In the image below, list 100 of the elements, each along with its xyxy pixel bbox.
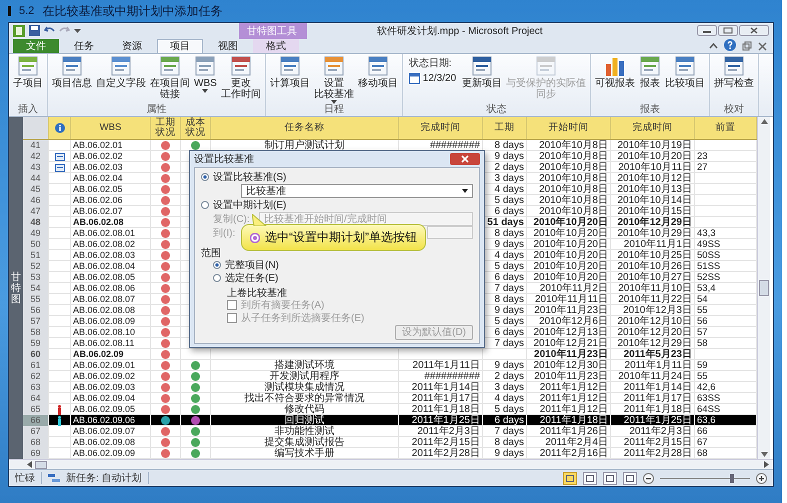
view-button[interactable] — [583, 472, 597, 484]
row-number: 48 — [23, 217, 49, 228]
ribbon-button[interactable]: 可视报表 — [593, 56, 638, 104]
column-header[interactable]: WBS — [71, 117, 151, 139]
close-icon[interactable] — [758, 42, 767, 51]
view-button[interactable] — [623, 472, 637, 484]
close-icon[interactable] — [739, 25, 769, 36]
ribbon-button[interactable]: 更新项目 — [460, 56, 504, 104]
ribbon-tab[interactable]: 项目 — [157, 39, 203, 53]
table-row[interactable]: 64 AB.06.02.09.04 找出不符合要求的异常情况 2011年1月17日 4 days 2011年1月12日 2011年1月17日 63SS — [23, 393, 757, 404]
table-cell: 2010年10月15日 — [618, 206, 692, 217]
status-date-button[interactable]: 12/3/20 — [408, 73, 456, 84]
zoom-slider-thumb[interactable] — [730, 474, 734, 482]
column-header[interactable]: 成本状况 — [181, 117, 211, 139]
radio-option[interactable]: 完整项目(N) — [213, 259, 279, 271]
scrollbar-thumb[interactable] — [35, 460, 47, 468]
document-icon — [535, 56, 558, 76]
table-cell: 2010年10月20日 — [618, 151, 692, 162]
row-number: 60 — [23, 349, 49, 360]
column-header[interactable]: 工期状况 — [151, 117, 181, 139]
table-cell: 2010年12月20日 — [618, 327, 692, 338]
table-cell: 2011年1月17日 — [624, 393, 692, 404]
column-header[interactable]: 工期 — [483, 117, 527, 139]
save-icon[interactable] — [29, 25, 40, 36]
table-row[interactable]: 63 AB.06.02.09.03 测试模块集成情况 2011年1月14日 3 days 2011年1月12日 2011年1月14日 42,6 — [23, 382, 757, 393]
zoom-out-icon[interactable] — [643, 472, 654, 484]
table-cell: 2010年11月11日 — [534, 294, 608, 305]
ribbon-tab[interactable]: 文件 — [13, 39, 59, 53]
ribbon-tab[interactable]: 资源 — [109, 39, 155, 53]
table-cell: 58 — [697, 338, 708, 349]
ribbon-button[interactable]: 移动项目 — [356, 56, 400, 104]
ribbon-button[interactable]: 设置 比较基准 — [312, 56, 356, 104]
maximize-icon[interactable] — [718, 25, 738, 36]
table-cell: 2010年10月11日 — [618, 162, 692, 173]
ribbon-button[interactable]: 报表 — [637, 56, 664, 104]
table-cell: 2010年12月3日 — [623, 305, 692, 316]
scroll-right-icon[interactable] — [764, 461, 769, 468]
table-cell: 2010年10月8日 — [539, 195, 608, 206]
scroll-up-icon[interactable] — [760, 119, 768, 124]
table-cell: AB.06.02.08.01 — [71, 228, 151, 239]
zoom-in-icon[interactable] — [756, 472, 767, 484]
table-row[interactable]: 62 AB.06.02.09.02 开发测试用程序 ########## 2 days 2010年11月23日 2010年11月24日 55 — [23, 371, 757, 382]
row-number: 44 — [23, 173, 49, 184]
table-row[interactable]: 68 AB.06.02.09.08 提交集成测试报告 2011年2月15日 8 days 2011年2月4日 2011年2月15日 67 — [23, 437, 757, 448]
table-cell: 2011年1月11日 — [624, 360, 692, 371]
scroll-left-icon[interactable] — [27, 461, 32, 468]
table-cell: AB.06.02.08.05 — [71, 272, 151, 283]
ribbon-button[interactable]: 项目信息 — [50, 56, 94, 104]
restore-icon[interactable] — [742, 41, 752, 51]
column-header[interactable]: 任务名称 — [211, 117, 399, 139]
customize-caret-icon[interactable] — [74, 27, 81, 34]
table-row[interactable]: 66 AB.06.02.09.06 回归测试 2011年1月25日 6 days 2011年1月18日 2011年1月25日 63,6 — [23, 415, 757, 426]
column-header[interactable]: 完成时间 — [611, 117, 695, 139]
ribbon-button[interactable]: 在项目间 链接 — [148, 56, 192, 104]
column-header[interactable]: 完成时间 — [399, 117, 483, 139]
ribbon-button[interactable]: 拼写检查 — [712, 56, 756, 104]
table-row[interactable]: 60 AB.06.02.09 2010年11月23日 2011年5月23日 — [23, 349, 757, 360]
close-icon[interactable] — [450, 153, 480, 165]
baseline-dropdown[interactable]: 比较基准 — [241, 184, 473, 198]
table-cell: 2011年1月18日 — [624, 404, 692, 415]
ribbon-button[interactable]: 更改 工作时间 — [218, 56, 263, 104]
table-cell: 2010年10月8日 — [539, 173, 608, 184]
column-header[interactable]: 开始时间 — [527, 117, 611, 139]
table-cell: 42,6 — [697, 382, 716, 393]
table-cell: 9 days — [494, 360, 524, 371]
ribbon-button[interactable]: 自定义字段 — [94, 56, 148, 104]
row-number: 43 — [23, 162, 49, 173]
table-row[interactable]: 61 AB.06.02.09.01 搭建测试环境 2011年1月11日 9 days 2010年12月30日 2011年1月11日 59 — [23, 360, 757, 371]
table-cell: 2011年1月11日 — [412, 360, 480, 371]
bar-chart-icon — [604, 56, 626, 76]
table-row[interactable]: 67 AB.06.02.09.07 非功能性测试 2011年2月3日 7 days 2011年1月26日 2011年2月3日 66 — [23, 426, 757, 437]
table-cell: 6 days — [494, 272, 524, 283]
collapse-ribbon-icon[interactable] — [709, 42, 718, 51]
ribbon-tab[interactable]: 任务 — [61, 39, 107, 53]
new-task-mode[interactable]: 新任务: 自动计划 — [66, 471, 142, 485]
help-icon[interactable] — [724, 39, 736, 51]
view-button[interactable] — [603, 472, 617, 484]
view-button[interactable] — [563, 472, 577, 484]
row-number: 49 — [23, 228, 49, 239]
table-cell: AB.06.02.02 — [71, 151, 151, 162]
ribbon-button[interactable]: WBS — [192, 56, 219, 104]
table-cell: AB.06.02.07 — [71, 206, 151, 217]
radio-option[interactable]: 选定任务(E) — [213, 272, 278, 284]
scroll-down-icon[interactable] — [760, 452, 768, 457]
table-cell: 测试模块集成情况 — [264, 382, 344, 393]
ribbon-button[interactable]: 计算项目 — [268, 56, 312, 104]
table-cell: AB.06.02.08.09 — [71, 316, 151, 327]
ribbon-button[interactable]: 比较项目 — [663, 56, 708, 104]
ribbon-tab[interactable]: 视图 — [205, 39, 251, 53]
radio-option[interactable]: 设置比较基准(S) — [201, 171, 286, 183]
ribbon-tab[interactable]: 格式 — [253, 39, 299, 53]
table-cell: 59 — [697, 360, 708, 371]
table-cell: 9 days — [494, 151, 524, 162]
row-number: 52 — [23, 261, 49, 272]
ribbon-group-label: 插入 — [17, 104, 39, 116]
scrollbar-thumb[interactable] — [759, 280, 769, 296]
minimize-icon[interactable] — [697, 25, 717, 36]
ribbon-button[interactable]: 子项目 — [11, 56, 45, 104]
table-cell: 2011年2月16日 — [540, 448, 608, 459]
table-cell: 2010年10月25日 — [618, 250, 692, 261]
